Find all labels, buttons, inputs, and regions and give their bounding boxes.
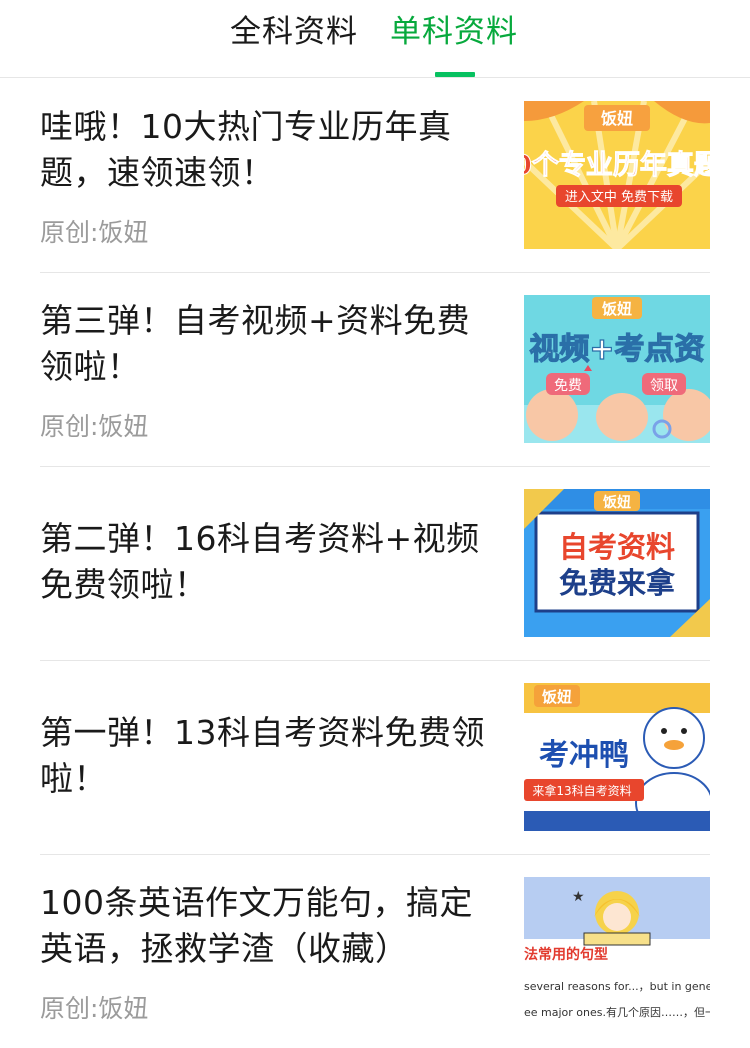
- tab-single-subject[interactable]: 单科资料: [390, 12, 518, 52]
- thumb-line1: 自考资料: [559, 530, 675, 564]
- article-list-item[interactable]: 100条英语作文万能句，搞定英语，拯救学渣（收藏） 原创:饭妞 ★ 法常用的句型…: [40, 854, 710, 1048]
- article-source: 原创:饭妞: [40, 218, 149, 247]
- thumb-button: 进入文中 免费下载: [565, 190, 673, 205]
- duck-banner-icon: 饭妞 考冲鸭 来拿13科自考资料: [524, 683, 710, 831]
- thumb-heading: 法常用的句型: [524, 946, 608, 963]
- article-title: 第三弹！自考视频+资料免费领啦！: [40, 301, 471, 386]
- article-title: 第二弹！16科自考资料+视频免费领啦！: [40, 519, 480, 604]
- thumb-headline: 考冲鸭: [539, 738, 629, 773]
- article-thumbnail: ★ 法常用的句型 several reasons for...，but in g…: [524, 877, 710, 1025]
- thumb-headline: 0个专业历年真题: [524, 149, 710, 181]
- svg-text:★: ★: [572, 889, 585, 905]
- article-source: 原创:饭妞: [40, 412, 149, 441]
- thumb-brand: 饭妞: [602, 494, 631, 511]
- thumb-tag-claim: 领取: [650, 378, 678, 394]
- article-thumbnail: 饭妞 视频+考点资 免费 领取: [524, 295, 710, 443]
- thumb-tag-free: 免费: [554, 378, 582, 394]
- thumb-line1: several reasons for...，but in genera: [524, 980, 710, 993]
- thumb-subline: 来拿13科自考资料: [532, 783, 631, 798]
- thumb-line2: ee major ones.有几个原因……，但一: [524, 1005, 710, 1019]
- thumb-brand: 饭妞: [600, 109, 633, 128]
- thumb-brand: 饭妞: [601, 300, 632, 318]
- article-thumbnail: 饭妞 考冲鸭 来拿13科自考资料: [524, 683, 710, 831]
- thumb-line2: 免费来拿: [559, 566, 676, 600]
- tab-all-subjects[interactable]: 全科资料: [230, 12, 358, 52]
- girl-reading-banner-icon: ★ 法常用的句型 several reasons for...，but in g…: [524, 877, 710, 1025]
- article-list-item[interactable]: 第二弹！16科自考资料+视频免费领啦！ 饭妞 自考资料 免费来拿: [40, 466, 710, 661]
- promo-banner-yellow-icon: 饭妞 0个专业历年真题 进入文中 免费下载: [524, 101, 710, 249]
- article-list-item[interactable]: 第一弹！13科自考资料免费领啦！ 饭妞 考冲鸭 来拿13科自考资料: [40, 660, 710, 855]
- article-list-item[interactable]: 哇哦！10大热门专业历年真题，速领速领！ 原创:饭妞 饭妞 0个专业历年真题 进…: [40, 78, 710, 273]
- tab-bar: 全科资料 单科资料: [0, 0, 750, 78]
- article-thumbnail: 饭妞 0个专业历年真题 进入文中 免费下载: [524, 101, 710, 249]
- blue-frame-banner-icon: 饭妞 自考资料 免费来拿: [524, 489, 710, 637]
- article-title: 哇哦！10大热门专业历年真题，速领速领！: [40, 107, 452, 192]
- article-thumbnail: 饭妞 自考资料 免费来拿: [524, 489, 710, 637]
- hand-heart-banner-icon: 饭妞 视频+考点资 免费 领取: [524, 295, 710, 443]
- active-tab-indicator: [435, 72, 475, 77]
- thumb-brand: 饭妞: [541, 688, 572, 706]
- thumb-headline: 视频+考点资: [529, 332, 704, 367]
- article-list-item[interactable]: 第三弹！自考视频+资料免费领啦！ 原创:饭妞 饭妞 视频+考点资 免费 领取: [40, 272, 710, 467]
- article-title: 第一弹！13科自考资料免费领啦！: [40, 713, 485, 798]
- article-source: 原创:饭妞: [40, 994, 149, 1023]
- article-title: 100条英语作文万能句，搞定英语，拯救学渣（收藏）: [40, 883, 473, 968]
